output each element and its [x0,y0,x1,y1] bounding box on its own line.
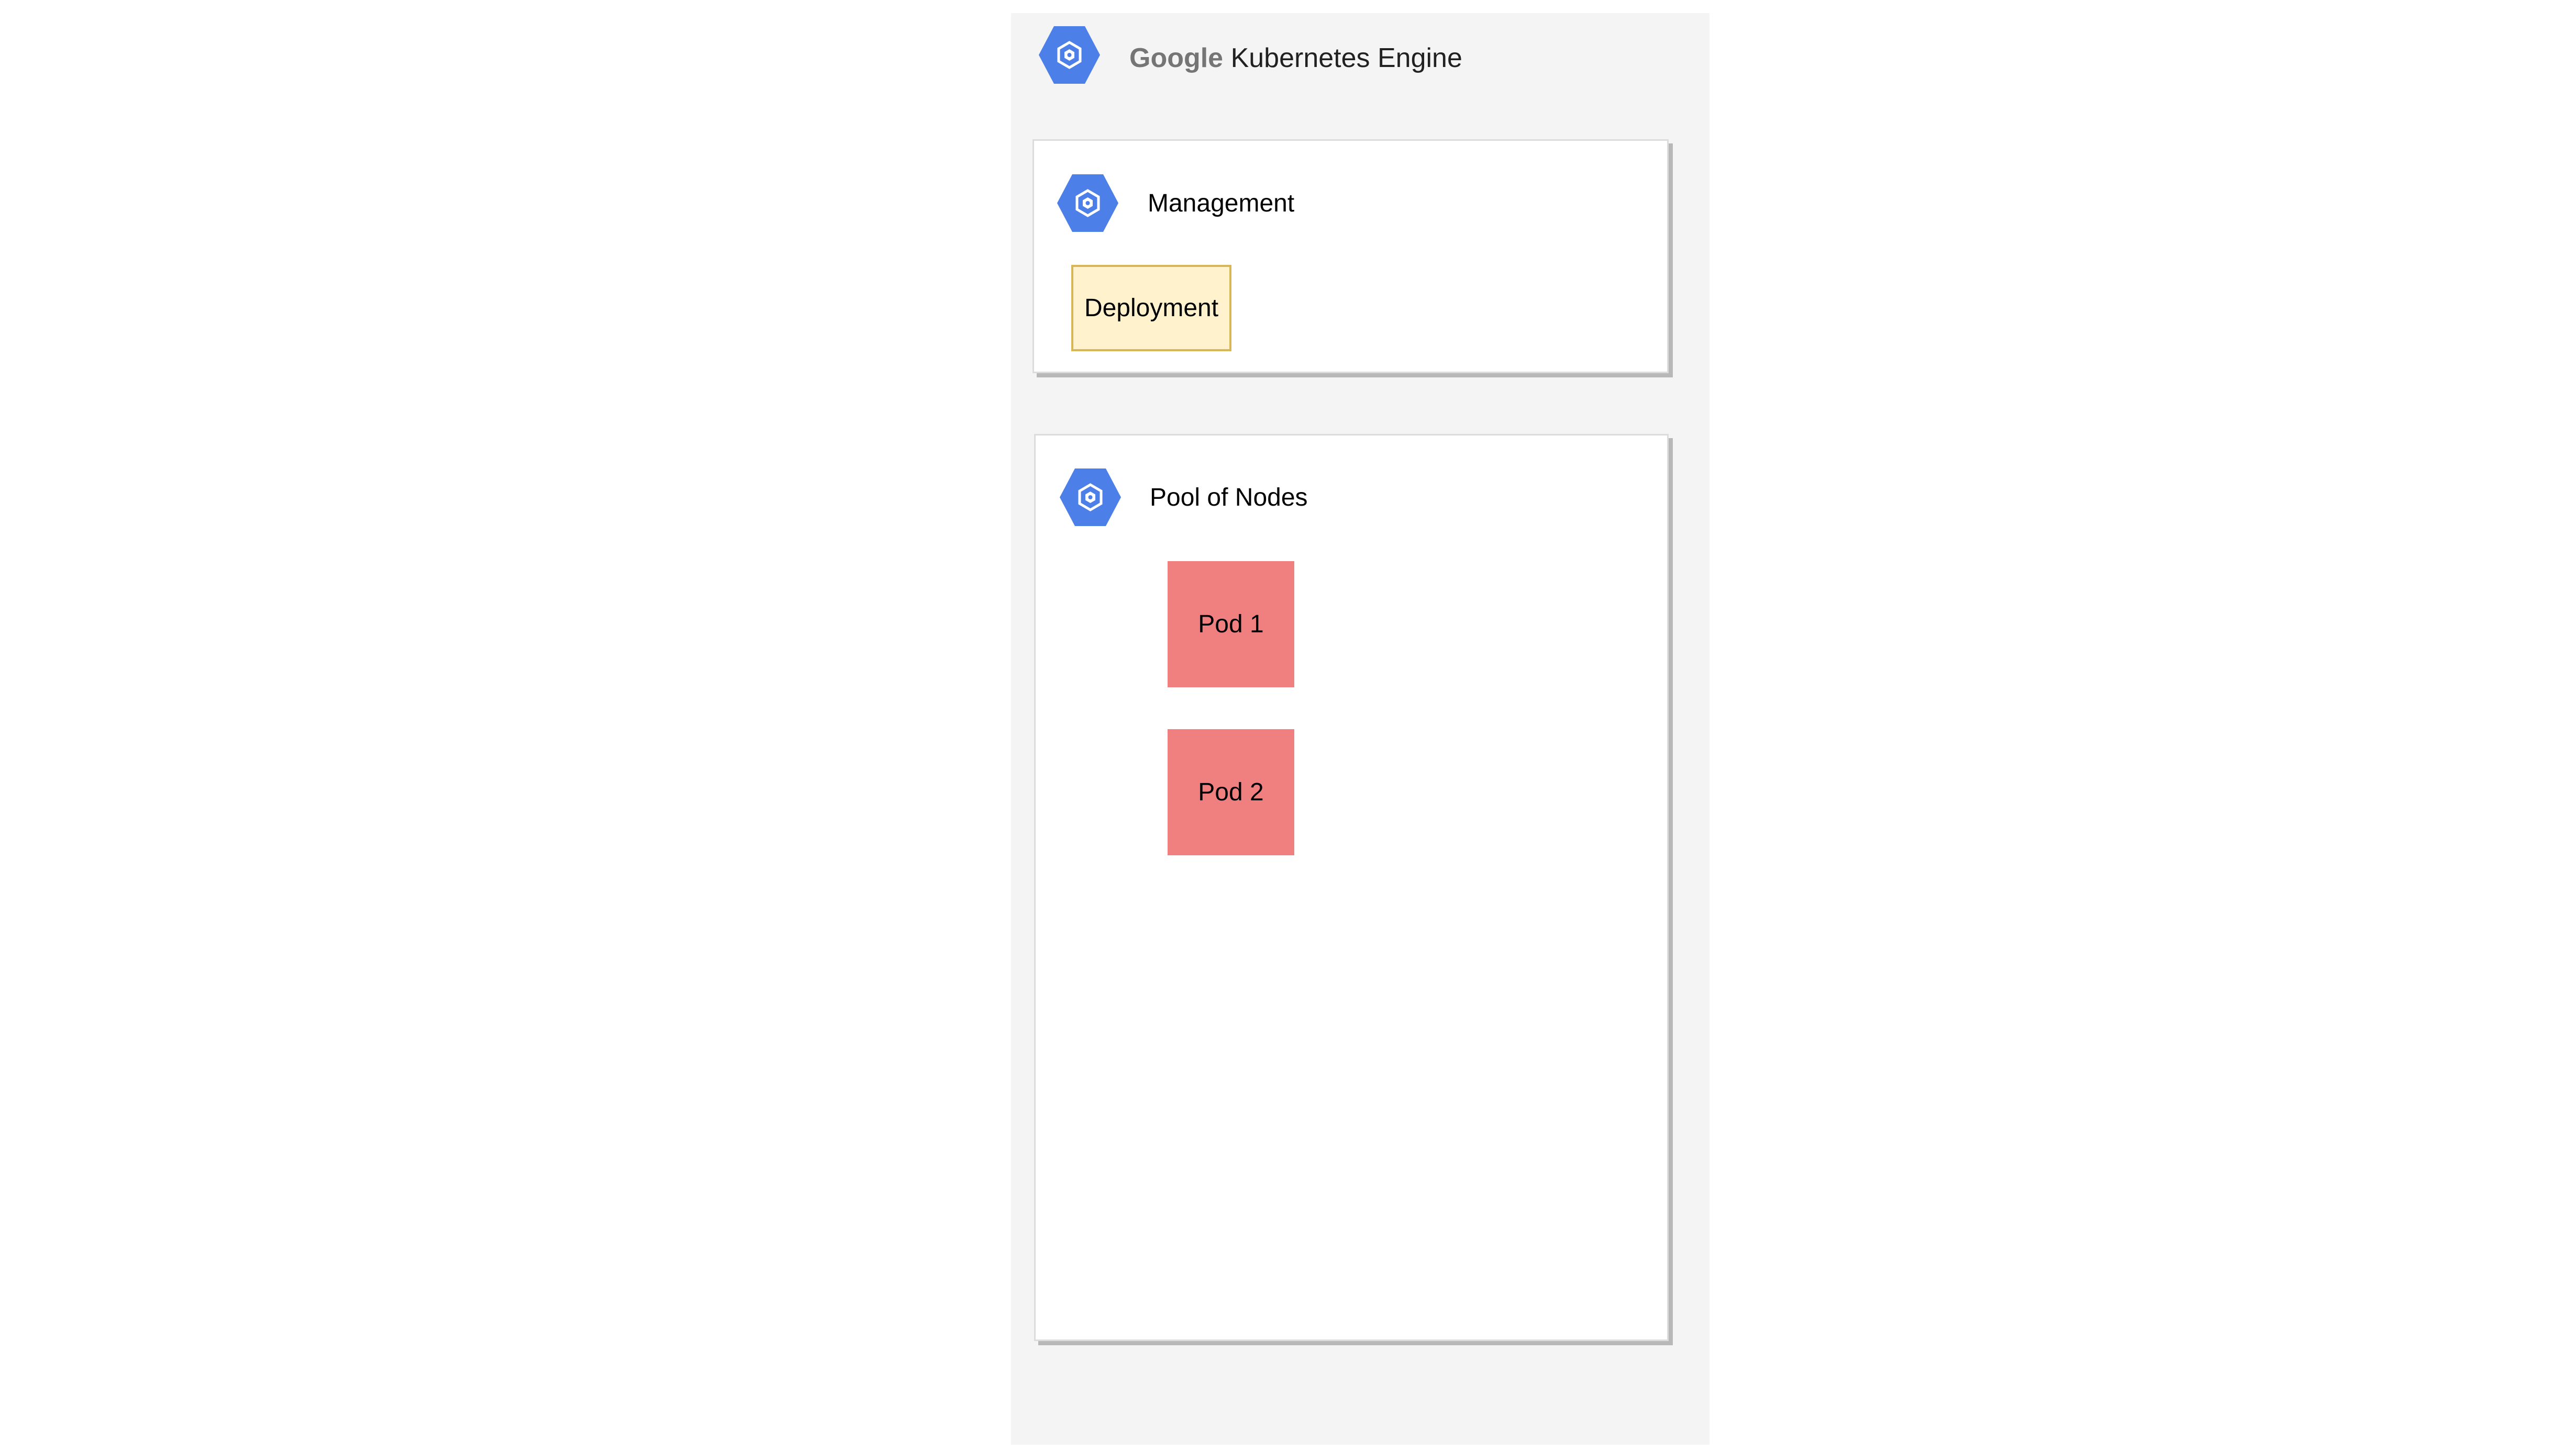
management-label: Management [1148,189,1295,217]
gke-title-brand: Google [1129,43,1224,73]
gke-title-product: Kubernetes Engine [1230,43,1462,73]
pod-node: Pod 2 [1168,729,1294,855]
pod-node: Pod 1 [1168,561,1294,687]
gke-title: Google Kubernetes Engine [1129,42,1462,74]
pool-of-nodes-panel [1034,434,1669,1341]
deployment-node: Deployment [1071,265,1231,351]
kubernetes-engine-icon [1060,468,1121,526]
kubernetes-engine-icon [1039,26,1100,84]
pool-of-nodes-label: Pool of Nodes [1150,484,1308,511]
kubernetes-engine-icon [1057,174,1118,232]
diagram-canvas: Google Kubernetes Engine Management Depl… [0,0,2576,1451]
